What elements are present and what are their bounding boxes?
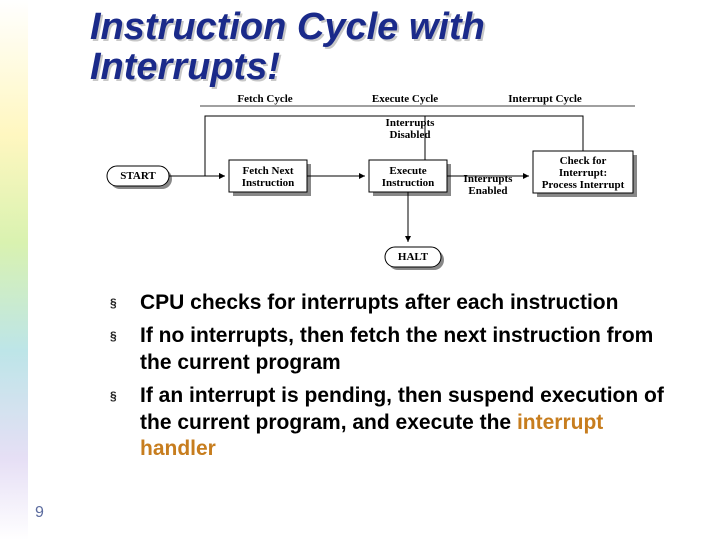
title-line-2: Interrupts! (90, 46, 280, 88)
list-item: § If no interrupts, then fetch the next … (110, 323, 670, 377)
execute-l1: Execute (389, 165, 426, 177)
label-enabled-l2: Enabled (468, 185, 507, 197)
page-number: 9 (35, 504, 44, 522)
bullet-text: CPU checks for interrupts after each ins… (140, 290, 670, 317)
bullet-text: If an interrupt is pending, then suspend… (140, 383, 670, 464)
label-enabled-l1: Interrupts (464, 173, 514, 185)
execute-node: Execute Instruction (369, 160, 451, 196)
bullet-hl1: interrupt (517, 411, 603, 434)
header-execute: Execute Cycle (372, 93, 438, 105)
instruction-cycle-diagram: Fetch Cycle Execute Cycle Interrupt Cycl… (105, 92, 645, 277)
label-disabled-l1: Interrupts (386, 117, 436, 129)
list-item: § CPU checks for interrupts after each i… (110, 290, 670, 317)
check-l1: Check for (560, 155, 607, 167)
bullet-mark: § (110, 290, 140, 310)
bullet-mark: § (110, 323, 140, 343)
side-gradient (0, 0, 28, 540)
header-fetch: Fetch Cycle (237, 93, 292, 105)
fetch-l2: Instruction (242, 177, 295, 189)
header-interrupt: Interrupt Cycle (508, 93, 582, 105)
start-label: START (120, 170, 156, 182)
fetch-node: Fetch Next Instruction (229, 160, 311, 196)
execute-l2: Instruction (382, 177, 435, 189)
bullet-text: If no interrupts, then fetch the next in… (140, 323, 670, 377)
halt-label: HALT (398, 251, 429, 263)
title-line-1: Instruction Cycle with (90, 6, 485, 48)
fetch-l1: Fetch Next (242, 165, 293, 177)
interrupt-node: Check for Interrupt: Process Interrupt (533, 151, 637, 197)
slide-title: Instruction Cycle with Interrupts! (90, 8, 485, 88)
start-node: START (107, 166, 172, 189)
label-disabled-l2: Disabled (390, 129, 431, 141)
bullet-hl2: handler (140, 437, 216, 460)
list-item: § If an interrupt is pending, then suspe… (110, 383, 670, 464)
bullet-mark: § (110, 383, 140, 403)
halt-node: HALT (385, 247, 444, 270)
check-l3: Process Interrupt (542, 179, 625, 191)
bullet-list: § CPU checks for interrupts after each i… (110, 290, 670, 469)
check-l2: Interrupt: (559, 167, 607, 179)
